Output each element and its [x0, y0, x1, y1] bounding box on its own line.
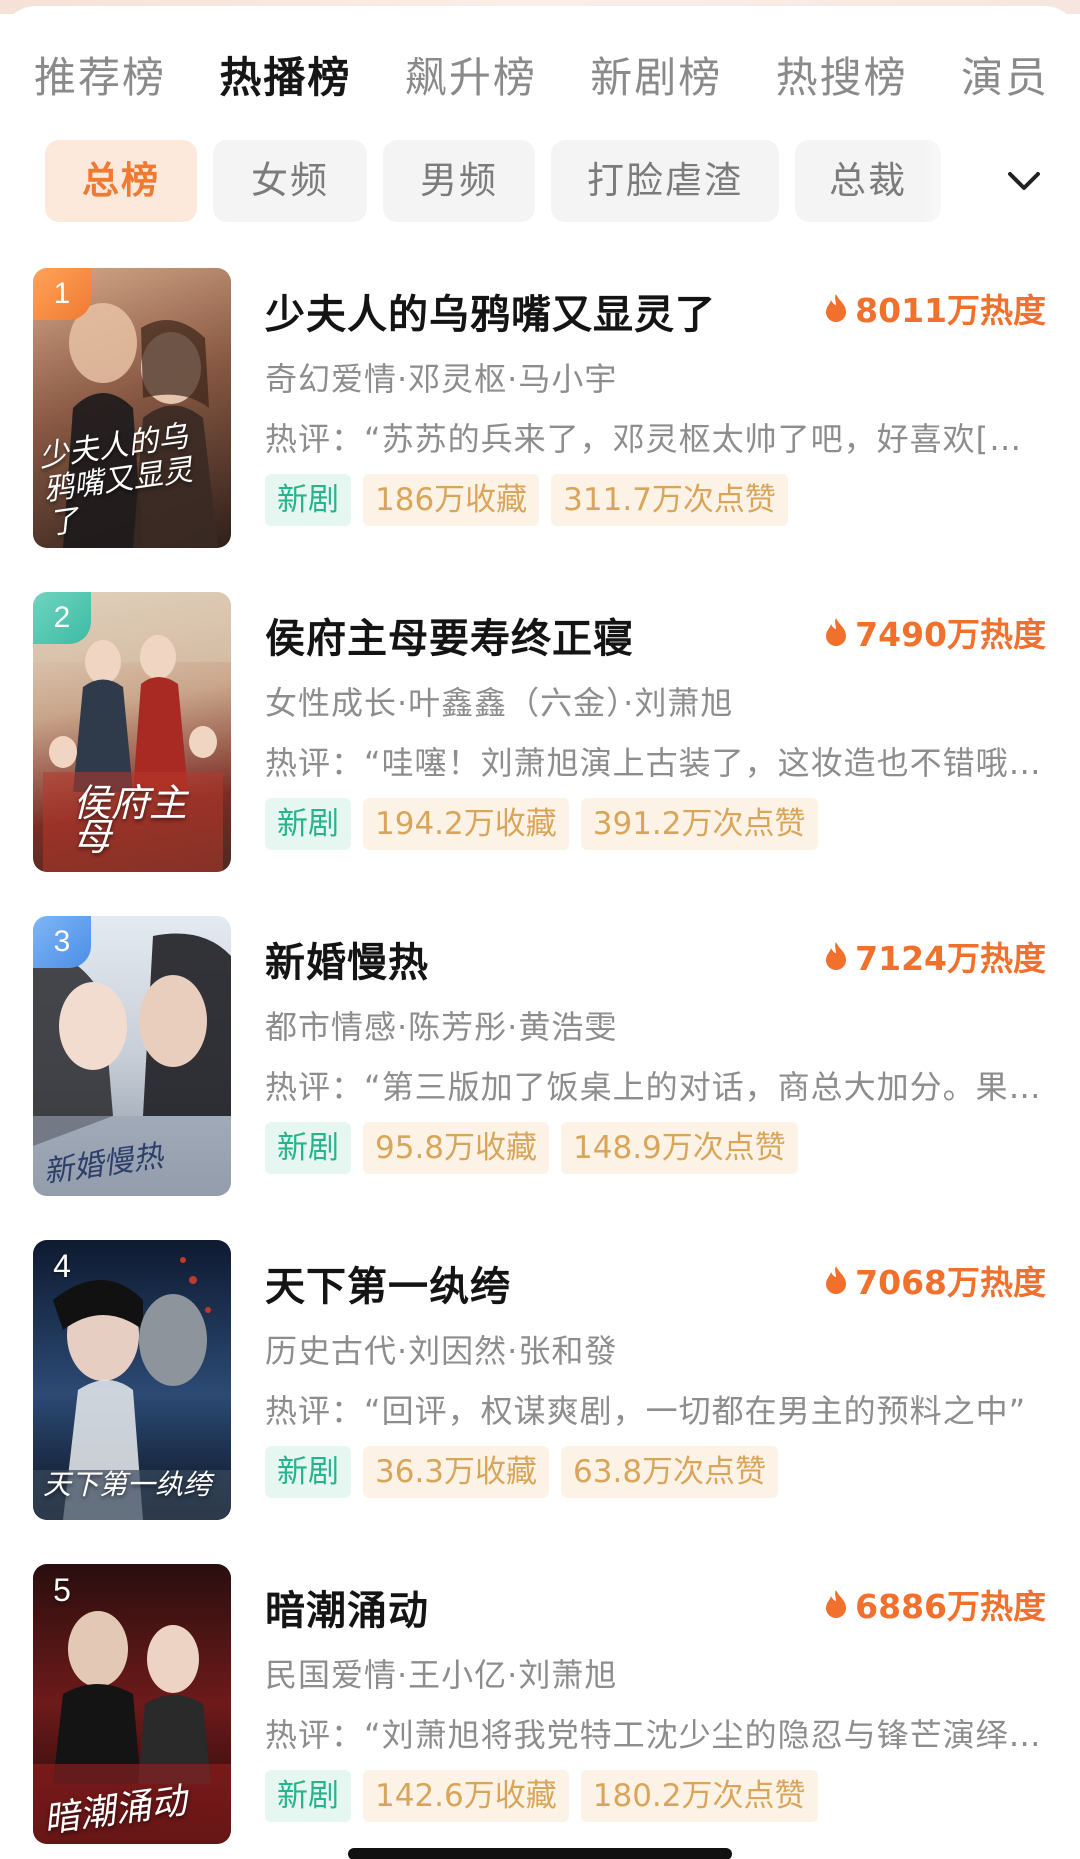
- hot-review: 热评：“哇噻！刘萧旭演上古装了，这妆造也不错哦…: [265, 744, 1042, 782]
- rank-badge: 4: [53, 1248, 71, 1284]
- drama-tags: 新剧 95.8万收藏 148.9万次点赞: [265, 1122, 798, 1174]
- heat-value: 7068万热度: [855, 1263, 1046, 1302]
- favorites-count: 186万收藏: [363, 474, 540, 526]
- filters-fade: [920, 140, 980, 222]
- drama-title[interactable]: 新婚慢热: [265, 930, 429, 988]
- drama-meta: 民国爱情·王小亿·刘萧旭: [265, 1656, 618, 1694]
- hot-review: 热评：“苏苏的兵来了，邓灵枢太帅了吧，好喜欢[…: [265, 420, 1023, 458]
- heat-value: 7124万热度: [855, 939, 1046, 978]
- hot-review: 热评：“回评，权谋爽剧，一切都在男主的预料之中”: [265, 1392, 1027, 1430]
- filter-chip-revenge[interactable]: 打脸虐渣: [551, 140, 779, 222]
- list-item[interactable]: 5 暗潮涌动 暗潮涌动 6886万热度 民国爱情·王小亿·刘萧旭 热评：“刘萧旭…: [0, 1564, 1080, 1854]
- hot-drama-ranking-page: 推荐榜 热播榜 飙升榜 新剧榜 热搜榜 演员 总榜 女频 男频 打脸虐渣 总裁 …: [0, 0, 1080, 1859]
- likes-count: 311.7万次点赞: [551, 474, 788, 526]
- heat-score: 8011万热度: [823, 284, 1046, 332]
- list-item[interactable]: 1 少夫人的乌鸦嘴又显灵了 少夫人的乌鸦嘴又显灵了 8011万热度 奇幻爱情·邓…: [0, 268, 1080, 558]
- heat-score: 7490万热度: [823, 608, 1046, 656]
- tab-rising[interactable]: 飙升榜: [405, 48, 590, 108]
- list-item[interactable]: 2 侯府主母 侯府主母要寿终正寝 7490万热度 女性成长·叶鑫鑫（六金）·刘萧…: [0, 592, 1080, 882]
- heat-score: 7124万热度: [823, 932, 1046, 980]
- drama-poster[interactable]: 5 暗潮涌动: [33, 1564, 231, 1844]
- drama-title[interactable]: 天下第一纨绔: [265, 1254, 511, 1312]
- filter-chip-overall[interactable]: 总榜: [45, 140, 197, 222]
- new-drama-badge: 新剧: [265, 1770, 351, 1822]
- new-drama-badge: 新剧: [265, 798, 351, 850]
- flame-icon: [826, 1590, 847, 1618]
- drama-tags: 新剧 142.6万收藏 180.2万次点赞: [265, 1770, 818, 1822]
- heat-value: 7490万热度: [855, 615, 1046, 654]
- chevron-down-icon: [1008, 172, 1040, 190]
- rank-badge: 1: [33, 268, 91, 320]
- hot-review: 热评：“第三版加了饭桌上的对话，商总大加分。果…: [265, 1068, 1042, 1106]
- tab-hot-playing[interactable]: 热播榜: [219, 48, 404, 108]
- drama-title[interactable]: 暗潮涌动: [265, 1578, 429, 1636]
- drama-title[interactable]: 侯府主母要寿终正寝: [265, 606, 634, 664]
- likes-count: 180.2万次点赞: [580, 1770, 818, 1822]
- heat-value: 8011万热度: [855, 291, 1046, 330]
- tab-recommended[interactable]: 推荐榜: [34, 48, 219, 108]
- list-item[interactable]: 3 新婚慢热 新婚慢热 7124万热度 都市情感·陈芳彤·黄浩雯 热评：“第三版…: [0, 916, 1080, 1206]
- new-drama-badge: 新剧: [265, 474, 351, 526]
- expand-filters-button[interactable]: [1000, 160, 1048, 204]
- home-indicator: [348, 1848, 732, 1859]
- favorites-count: 142.6万收藏: [363, 1770, 569, 1822]
- drama-title[interactable]: 少夫人的乌鸦嘴又显灵了: [265, 282, 716, 340]
- drama-poster[interactable]: 3 新婚慢热: [33, 916, 231, 1196]
- new-drama-badge: 新剧: [265, 1446, 351, 1498]
- likes-count: 63.8万次点赞: [561, 1446, 779, 1498]
- drama-meta: 女性成长·叶鑫鑫（六金）·刘萧旭: [265, 684, 734, 722]
- drama-tags: 新剧 194.2万收藏 391.2万次点赞: [265, 798, 818, 850]
- drama-meta: 历史古代·刘因然·张和發: [265, 1332, 618, 1370]
- poster-title-art: 天下第一纨绔: [43, 1468, 212, 1501]
- heat-score: 6886万热度: [823, 1580, 1046, 1628]
- ranking-tabs: 推荐榜 热播榜 飙升榜 新剧榜 热搜榜 演员: [34, 48, 1080, 108]
- drama-tags: 新剧 36.3万收藏 63.8万次点赞: [265, 1446, 779, 1498]
- drama-meta: 奇幻爱情·邓灵枢·马小宇: [265, 360, 618, 398]
- favorites-count: 95.8万收藏: [363, 1122, 550, 1174]
- drama-poster[interactable]: 2 侯府主母: [33, 592, 231, 872]
- drama-meta: 都市情感·陈芳彤·黄浩雯: [265, 1008, 618, 1046]
- new-drama-badge: 新剧: [265, 1122, 351, 1174]
- likes-count: 148.9万次点赞: [561, 1122, 798, 1174]
- tab-actors[interactable]: 演员: [961, 48, 1080, 108]
- rank-badge: 2: [33, 592, 91, 644]
- rank-badge: 3: [33, 916, 91, 968]
- filter-chip-male[interactable]: 男频: [383, 140, 535, 222]
- filter-chip-female[interactable]: 女频: [213, 140, 367, 222]
- drama-tags: 新剧 186万收藏 311.7万次点赞: [265, 474, 788, 526]
- heat-value: 6886万热度: [855, 1587, 1046, 1626]
- tab-hot-search[interactable]: 热搜榜: [776, 48, 961, 108]
- favorites-count: 194.2万收藏: [363, 798, 569, 850]
- likes-count: 391.2万次点赞: [580, 798, 818, 850]
- favorites-count: 36.3万收藏: [363, 1446, 550, 1498]
- heat-score: 7068万热度: [823, 1256, 1046, 1304]
- tab-new-dramas[interactable]: 新剧榜: [590, 48, 775, 108]
- flame-icon: [826, 942, 847, 970]
- flame-icon: [826, 294, 847, 322]
- list-item[interactable]: 4 天下第一纨绔 天下第一纨绔 7068万热度 历史古代·刘因然·张和發 热评：…: [0, 1240, 1080, 1530]
- flame-icon: [826, 618, 847, 646]
- rank-badge: 5: [53, 1572, 71, 1608]
- flame-icon: [826, 1266, 847, 1294]
- drama-poster[interactable]: 4 天下第一纨绔: [33, 1240, 231, 1520]
- hot-review: 热评：“刘萧旭将我党特工沈少尘的隐忍与锋芒演绎…: [265, 1716, 1042, 1754]
- category-filters: 总榜 女频 男频 打脸虐渣 总裁: [45, 140, 965, 222]
- drama-poster[interactable]: 1 少夫人的乌鸦嘴又显灵了: [33, 268, 231, 548]
- poster-title-art: 侯府主母: [73, 781, 188, 859]
